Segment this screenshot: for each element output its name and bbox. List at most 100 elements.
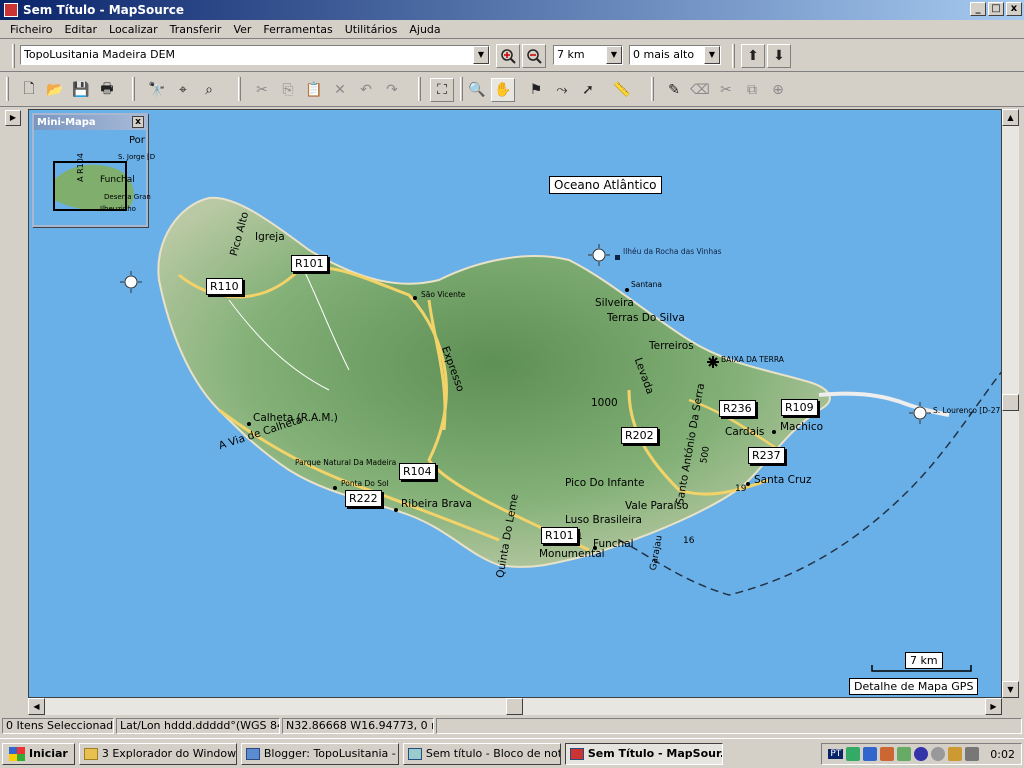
place-terreiros[interactable]: Terreiros — [649, 340, 694, 352]
toolbar-grip[interactable] — [238, 77, 241, 101]
place-parque-natural[interactable]: Parque Natural Da Madeira — [295, 458, 396, 467]
nvidia-icon[interactable] — [897, 747, 912, 761]
route-tool-icon[interactable]: ⤳ — [550, 78, 574, 102]
menu-ficheiro[interactable]: Ficheiro — [4, 23, 58, 36]
distance-ruler-icon[interactable]: 📏 — [610, 78, 634, 102]
scroll-up-icon[interactable]: ▲ — [1002, 109, 1019, 126]
toolbar-grip[interactable] — [418, 77, 421, 101]
chevron-down-icon[interactable]: ▼ — [704, 46, 720, 64]
track-draw-icon[interactable]: ✎ — [662, 78, 686, 102]
place-santana[interactable]: Santana — [631, 280, 662, 289]
toolbar-grip[interactable] — [651, 77, 654, 101]
join-track-icon[interactable]: ⧉ — [740, 78, 764, 102]
open-folder-icon[interactable]: 📂 — [43, 78, 67, 102]
zoom-in-icon[interactable] — [496, 44, 520, 68]
horizontal-scroll-thumb[interactable] — [506, 698, 523, 715]
menu-ferramentas[interactable]: Ferramentas — [257, 23, 338, 36]
print-icon[interactable]: 🖶 — [95, 78, 119, 102]
app-tray-icon[interactable] — [948, 747, 963, 761]
menu-localizar[interactable]: Localizar — [103, 23, 164, 36]
close-button[interactable]: x — [1006, 2, 1022, 16]
road-label-r101[interactable]: R101 — [541, 527, 578, 544]
place-sao-vicente[interactable]: São Vicente — [421, 290, 465, 299]
cut-icon[interactable]: ✂ — [250, 78, 274, 102]
place-igreja[interactable]: Igreja — [255, 231, 285, 243]
place-silveira[interactable]: Silveira — [595, 297, 634, 309]
place-pico-do-infante[interactable]: Pico Do Infante — [565, 477, 645, 489]
vertical-scrollbar[interactable]: ▲ ▼ — [1002, 109, 1019, 698]
menu-ver[interactable]: Ver — [227, 23, 257, 36]
ocean-label[interactable]: Oceano Atlântico — [549, 176, 662, 194]
maximize-button[interactable]: □ — [988, 2, 1004, 16]
map-view[interactable]: Mini-Mapa x Por S. Jorge [D Funchal Dese… — [28, 109, 1002, 698]
menu-ajuda[interactable]: Ajuda — [403, 23, 446, 36]
toolbar-grip[interactable] — [132, 77, 135, 101]
find-icon[interactable]: 🔭 — [145, 78, 169, 102]
road-label-r109[interactable]: R109 — [781, 399, 818, 416]
chevron-down-icon[interactable]: ▼ — [606, 46, 622, 64]
save-icon[interactable]: 💾 — [69, 78, 93, 102]
road-label-r222[interactable]: R222 — [345, 490, 382, 507]
security-icon[interactable] — [880, 747, 895, 761]
horizontal-scrollbar[interactable]: ◀ ▶ — [28, 698, 1002, 715]
place-luso-brasileira[interactable]: Luso Brasileira — [565, 514, 642, 526]
taskbar-mapsource[interactable]: Sem Título - MapSour... — [564, 742, 723, 765]
place-ilheu[interactable]: Ilhéu da Rocha das Vinhas — [623, 247, 722, 256]
mini-map-title[interactable]: Mini-Mapa x — [34, 115, 146, 130]
messenger-icon[interactable] — [914, 747, 929, 761]
taskbar-blogger[interactable]: Blogger: TopoLusitania - ... — [240, 742, 399, 765]
start-button[interactable]: Iniciar — [2, 742, 75, 765]
insert-point-icon[interactable]: ⊕ — [766, 78, 790, 102]
scroll-right-icon[interactable]: ▶ — [985, 698, 1002, 715]
copy-icon[interactable]: ⎘ — [276, 78, 300, 102]
zoom-tool-icon[interactable]: 🔍 — [465, 78, 489, 102]
mini-map-close-icon[interactable]: x — [132, 116, 144, 128]
volume-icon[interactable] — [965, 747, 980, 761]
find-nearby-icon[interactable]: ⌖ — [171, 78, 195, 102]
delete-icon[interactable]: ✕ — [328, 78, 352, 102]
find-place-icon[interactable]: ⌕ — [197, 78, 221, 102]
menu-editar[interactable]: Editar — [58, 23, 103, 36]
place-cardais[interactable]: Cardais — [725, 426, 764, 438]
toolbar-grip[interactable] — [12, 44, 15, 68]
hand-tool-icon[interactable]: ✋ — [491, 78, 515, 102]
divide-track-icon[interactable]: ✂ — [714, 78, 738, 102]
place-ponta-do-sol[interactable]: Ponta Do Sol — [341, 479, 389, 488]
paste-icon[interactable]: 📋 — [302, 78, 326, 102]
zoom-scale-select[interactable]: 7 km ▼ — [553, 45, 623, 65]
toolbar-grip[interactable] — [6, 77, 9, 101]
selection-arrow-icon[interactable]: ➚ — [576, 78, 600, 102]
language-indicator[interactable]: PT — [828, 749, 844, 759]
toolbar-grip[interactable] — [460, 77, 463, 101]
place-santa-cruz[interactable]: Santa Cruz — [754, 474, 811, 486]
minimize-button[interactable]: _ — [970, 2, 986, 16]
toolbar-grip[interactable] — [732, 44, 735, 68]
undo-icon[interactable]: ↶ — [354, 78, 378, 102]
zoom-out-icon[interactable] — [522, 44, 546, 68]
taskbar-notepad[interactable]: Sem título - Bloco de notas — [402, 742, 561, 765]
place-baixa-da-terra[interactable]: BAIXA DA TERRA — [721, 355, 784, 364]
settings-icon[interactable] — [931, 747, 946, 761]
detail-level-select[interactable]: 0 mais alto ▼ — [629, 45, 721, 65]
mini-map-window[interactable]: Mini-Mapa x Por S. Jorge [D Funchal Dese… — [32, 113, 155, 227]
taskbar-explorer[interactable]: 3 Explorador do Windows ▾ — [78, 742, 237, 765]
waypoint-flag-icon[interactable]: ⚑ — [524, 78, 548, 102]
clock[interactable]: 0:02 — [990, 748, 1015, 761]
map-product-select[interactable]: TopoLusitania Madeira DEM ▼ — [20, 45, 490, 65]
road-label-r101[interactable]: R101 — [291, 255, 328, 272]
place-monumental[interactable]: Monumental — [539, 548, 605, 560]
display-icon[interactable] — [863, 747, 878, 761]
expand-panel-arrow-icon[interactable]: ▶ — [5, 110, 21, 126]
redo-icon[interactable]: ↷ — [380, 78, 404, 102]
vertical-scroll-thumb[interactable] — [1002, 394, 1019, 411]
place-machico[interactable]: Machico — [780, 421, 823, 433]
place-vale-paraiso[interactable]: Vale Paraíso — [625, 500, 688, 512]
network-icon[interactable] — [846, 747, 861, 761]
receive-from-device-icon[interactable]: ⬇ — [767, 44, 791, 68]
place-ribeira-brava[interactable]: Ribeira Brava — [401, 498, 472, 510]
road-label-r110[interactable]: R110 — [206, 278, 243, 295]
place-s-lourenco[interactable]: S. Lourenço [D-27 — [933, 406, 1000, 415]
road-label-r104[interactable]: R104 — [399, 463, 436, 480]
road-label-r237[interactable]: R237 — [748, 447, 785, 464]
scroll-left-icon[interactable]: ◀ — [28, 698, 45, 715]
